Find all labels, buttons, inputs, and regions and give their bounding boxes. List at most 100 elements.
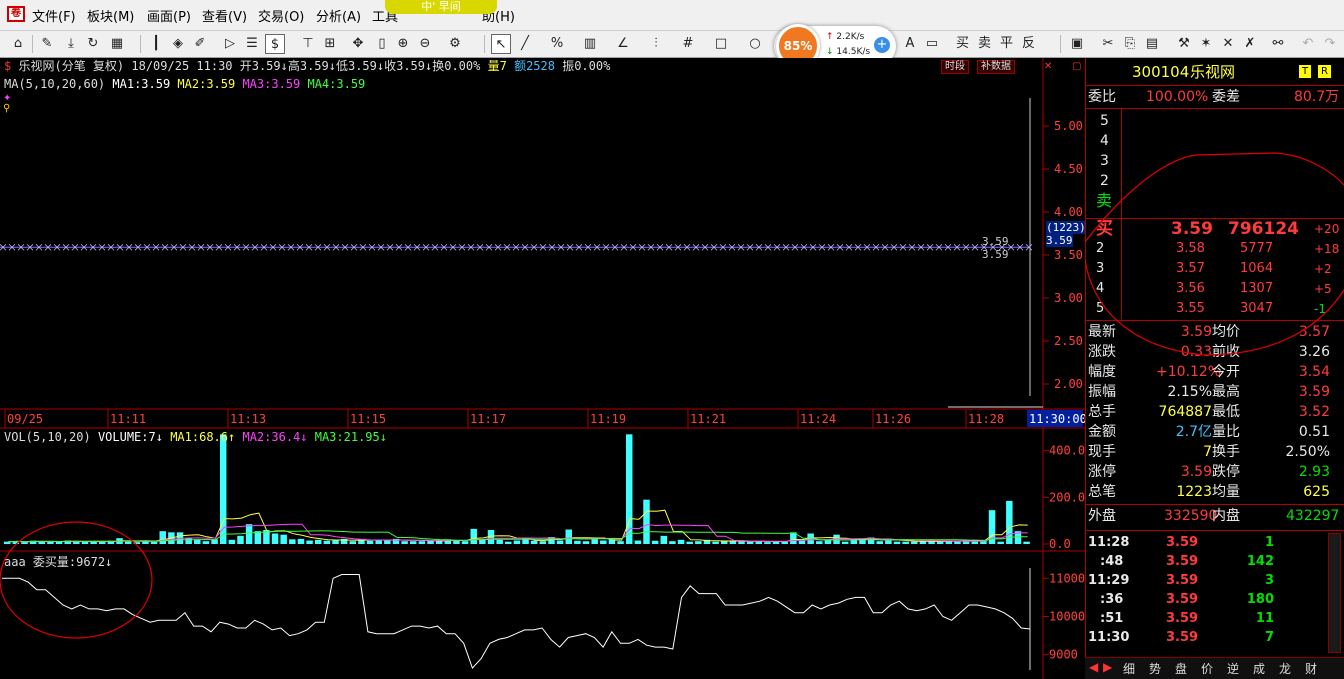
expand-icon[interactable]: ▢	[1072, 60, 1081, 73]
add-icon[interactable]: +	[874, 37, 890, 53]
quote-tab[interactable]: 细	[1123, 660, 1135, 677]
chart-area[interactable]: 5.00 4.50 4.00 3.50 3.00 2.50 2.00 09/25 11:11 11…	[0, 58, 1087, 679]
buy-level-row[interactable]: 5 3.55 3047 -1	[1086, 299, 1344, 319]
quote-tab[interactable]: 价	[1201, 660, 1213, 677]
magic-wand-icon[interactable]: ✶	[1196, 34, 1216, 54]
cut-icon[interactable]: ✂	[1098, 34, 1118, 54]
candlestick-icon[interactable]: ┃	[146, 34, 166, 54]
buy-level-row[interactable]: 4 3.56 1307 +5	[1086, 279, 1344, 299]
stat-label: 幅度	[1088, 364, 1116, 380]
copy-icon[interactable]: ⎘	[1120, 34, 1140, 54]
fill-data-button[interactable]: 补数据	[977, 60, 1015, 74]
tick-row[interactable]: :36 3.59 180	[1086, 590, 1344, 610]
stat-value: 7	[1203, 444, 1212, 460]
layout-grid-icon[interactable]: ▦	[107, 34, 127, 54]
sell-level-row[interactable]: 3	[1086, 151, 1344, 171]
wand-off-icon[interactable]: ✗	[1240, 34, 1260, 54]
quote-tab[interactable]: 龙	[1279, 660, 1291, 677]
stat-row: 最新 3.59 均价 3.57	[1086, 322, 1344, 342]
binoculars-icon[interactable]: ⚯	[1268, 34, 1288, 54]
quote-tab[interactable]: 逆	[1227, 660, 1239, 677]
stat-row: 幅度 +10.12% 今开 3.54	[1086, 362, 1344, 382]
settings-gear-icon[interactable]: ⚙	[445, 34, 465, 54]
zoom-out-icon[interactable]: ⊖	[415, 34, 435, 54]
redo-icon[interactable]: ↷	[1320, 34, 1340, 54]
tab-next-icon[interactable]: ▶	[1103, 660, 1112, 674]
tick-row[interactable]: 11:28 3.59 1	[1086, 533, 1344, 553]
edit-icon[interactable]: ✐	[190, 34, 210, 54]
sell-level-row[interactable]: 5	[1086, 111, 1344, 131]
eraser-icon[interactable]: ✕	[1218, 34, 1238, 54]
rect-tool-icon[interactable]: □	[711, 34, 731, 54]
promo-balloon[interactable]: 中' 早间	[385, 0, 497, 14]
save-icon[interactable]: ▣	[1067, 34, 1087, 54]
close-panel-icon[interactable]: ✕	[1044, 60, 1052, 73]
buy-level-row[interactable]: 买 3.59 796124 +20	[1086, 219, 1344, 239]
zoom-in-icon[interactable]: ⊕	[393, 34, 413, 54]
volume-bar	[677, 539, 685, 544]
price-axis-label: 4.00	[1054, 205, 1083, 219]
play-icon[interactable]: ▷	[220, 34, 240, 54]
menu-analysis[interactable]: 分析(A)	[316, 6, 361, 25]
price-axis-label: 3.50	[1054, 248, 1083, 262]
sell-level-row[interactable]: 4	[1086, 131, 1344, 151]
sell-level-row[interactable]: 2	[1086, 171, 1344, 191]
quote-tab[interactable]: 盘	[1175, 660, 1187, 677]
stat-label: 跌停	[1212, 464, 1240, 480]
cursor-arrow-icon[interactable]: ↖	[491, 34, 511, 54]
period-button[interactable]: 时段	[941, 60, 969, 74]
menu-sector[interactable]: 板块(M)	[87, 6, 134, 25]
quote-tab[interactable]: 成	[1253, 660, 1265, 677]
tab-prev-icon[interactable]: ◀	[1089, 660, 1098, 674]
bar-tool-icon[interactable]: ▥	[580, 34, 600, 54]
sell-button[interactable]: 卖	[978, 34, 991, 54]
buy-volume: 796124	[1228, 219, 1299, 239]
currency-dollar-icon[interactable]: $	[265, 34, 285, 54]
draw-tool-icon[interactable]: ✎	[37, 34, 57, 54]
close-position-button[interactable]: 平	[1000, 34, 1013, 54]
buy-change: +20	[1314, 222, 1340, 236]
list-icon[interactable]: ☰	[242, 34, 262, 54]
tick-row[interactable]: :51 3.59 11	[1086, 609, 1344, 629]
buy-button[interactable]: 买	[956, 34, 969, 54]
magic-pen-icon[interactable]: ⚒	[1174, 34, 1194, 54]
home-icon[interactable]: ⌂	[8, 34, 28, 54]
text-tool-icon[interactable]: A	[900, 34, 920, 54]
buy-level-row[interactable]: 2 3.58 5777 +18	[1086, 239, 1344, 259]
tick-row[interactable]: :48 3.59 142	[1086, 552, 1344, 572]
move-icon[interactable]: ✥	[348, 34, 368, 54]
tick-price: 3.59	[1166, 611, 1199, 626]
line-tool-icon[interactable]: ╱	[515, 34, 535, 54]
column-icon[interactable]: ▯	[372, 34, 392, 54]
reverse-button[interactable]: 反	[1022, 34, 1035, 54]
undo-icon[interactable]: ↶	[1298, 34, 1318, 54]
menu-view[interactable]: 查看(V)	[202, 6, 247, 25]
menu-trade[interactable]: 交易(O)	[258, 6, 304, 25]
note-tool-icon[interactable]: ▭	[922, 34, 942, 54]
indicator-legend: aaa 委买量:9672↓	[4, 555, 113, 569]
hash-tool-icon[interactable]: #	[678, 34, 698, 54]
circle-tool-icon[interactable]: ○	[745, 34, 765, 54]
download-icon[interactable]: ⤓	[61, 34, 81, 54]
diamond-icon[interactable]: ◈	[168, 34, 188, 54]
volume-bar	[159, 531, 166, 544]
menu-screen[interactable]: 画面(P)	[147, 6, 191, 25]
menu-file[interactable]: 文件(F)	[32, 6, 76, 25]
quote-tab[interactable]: 势	[1149, 660, 1161, 677]
tick-row[interactable]: 11:30 3.59 7	[1086, 628, 1344, 648]
fib-tool-icon[interactable]: ⫶	[646, 34, 666, 54]
chart-box-icon[interactable]: ⊞	[320, 34, 340, 54]
quote-tab[interactable]: 财	[1305, 660, 1317, 677]
tick-scrollbar[interactable]	[1328, 533, 1341, 653]
stat-label: 最高	[1212, 384, 1240, 400]
filter-icon[interactable]: ⊤	[298, 34, 318, 54]
refresh-icon[interactable]: ↻	[83, 34, 103, 54]
percent-tool-icon[interactable]: %	[547, 34, 567, 54]
buy-level-row[interactable]: 3 3.57 1064 +2	[1086, 259, 1344, 279]
angle-tool-icon[interactable]: ∠	[613, 34, 633, 54]
tick-row[interactable]: 11:29 3.59 3	[1086, 571, 1344, 591]
stock-name: 乐视网	[1190, 63, 1236, 81]
paste-icon[interactable]: ▤	[1142, 34, 1162, 54]
tick-time: 11:30	[1088, 630, 1130, 645]
time-axis-label: 11:26	[875, 412, 911, 426]
